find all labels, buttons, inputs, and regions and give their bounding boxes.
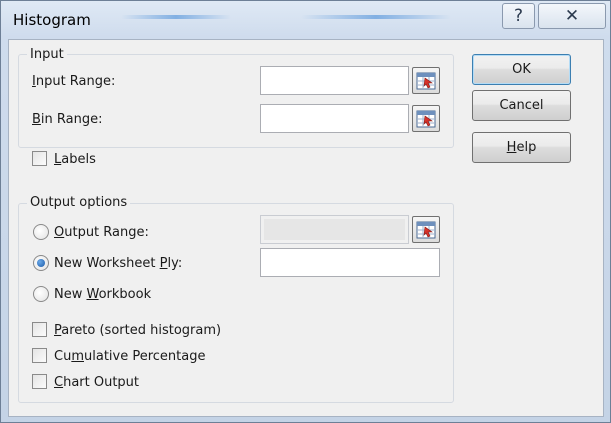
- input-range-field[interactable]: [260, 66, 409, 95]
- new-worksheet-ply-input[interactable]: [261, 249, 439, 276]
- output-range-selector-button[interactable]: [412, 216, 440, 243]
- chart-output-label: Chart Output: [54, 375, 140, 390]
- input-range-label: Input Range:: [32, 74, 116, 89]
- output-range-disabled-fill: [264, 219, 405, 240]
- bin-range-selector-button[interactable]: [412, 105, 440, 132]
- title-bar-glare: [301, 15, 451, 19]
- new-worksheet-ply-label: New Worksheet Ply:: [54, 256, 183, 271]
- labels-checkbox-label: Labels: [54, 152, 96, 167]
- cumulative-percentage-checkbox[interactable]: [32, 348, 47, 363]
- title-bar-glare: [121, 15, 231, 19]
- collapse-dialog-icon: [416, 221, 436, 238]
- help-button[interactable]: Help: [472, 132, 571, 163]
- title-close-button[interactable]: ✕: [538, 3, 606, 29]
- dialog-window: Histogram ? ✕ Input Input Range: Bin Ran…: [0, 0, 611, 423]
- ok-button[interactable]: OK: [472, 54, 571, 85]
- collapse-dialog-icon: [416, 110, 436, 127]
- question-mark-icon: ?: [513, 6, 524, 26]
- input-group-legend: Input: [27, 47, 67, 62]
- pareto-checkbox-label: Pareto (sorted histogram): [54, 323, 222, 338]
- cancel-button[interactable]: Cancel: [472, 90, 571, 121]
- new-workbook-label: New Workbook: [54, 287, 152, 302]
- output-options-legend: Output options: [27, 195, 131, 210]
- output-range-label: Output Range:: [54, 225, 149, 240]
- title-bar[interactable]: Histogram ? ✕: [1, 1, 610, 39]
- title-help-button[interactable]: ?: [502, 3, 535, 29]
- dialog-client-area: Input Input Range: Bin Range: Labels Out…: [8, 39, 604, 417]
- output-range-field[interactable]: [260, 215, 409, 244]
- collapse-dialog-icon: [416, 72, 436, 89]
- chart-output-checkbox[interactable]: [32, 374, 47, 389]
- bin-range-input[interactable]: [261, 105, 408, 132]
- cumulative-percentage-label: Cumulative Percentage: [54, 349, 206, 364]
- close-x-icon: ✕: [564, 6, 580, 26]
- input-range-input[interactable]: [261, 67, 408, 94]
- dialog-title: Histogram: [13, 11, 91, 29]
- labels-checkbox[interactable]: [32, 151, 47, 166]
- new-worksheet-ply-radio[interactable]: [33, 255, 49, 271]
- output-range-radio[interactable]: [33, 224, 49, 240]
- new-worksheet-ply-field[interactable]: [260, 248, 440, 277]
- new-workbook-radio[interactable]: [33, 286, 49, 302]
- bin-range-field[interactable]: [260, 104, 409, 133]
- pareto-checkbox[interactable]: [32, 322, 47, 337]
- input-range-selector-button[interactable]: [412, 67, 440, 94]
- bin-range-label: Bin Range:: [32, 112, 103, 127]
